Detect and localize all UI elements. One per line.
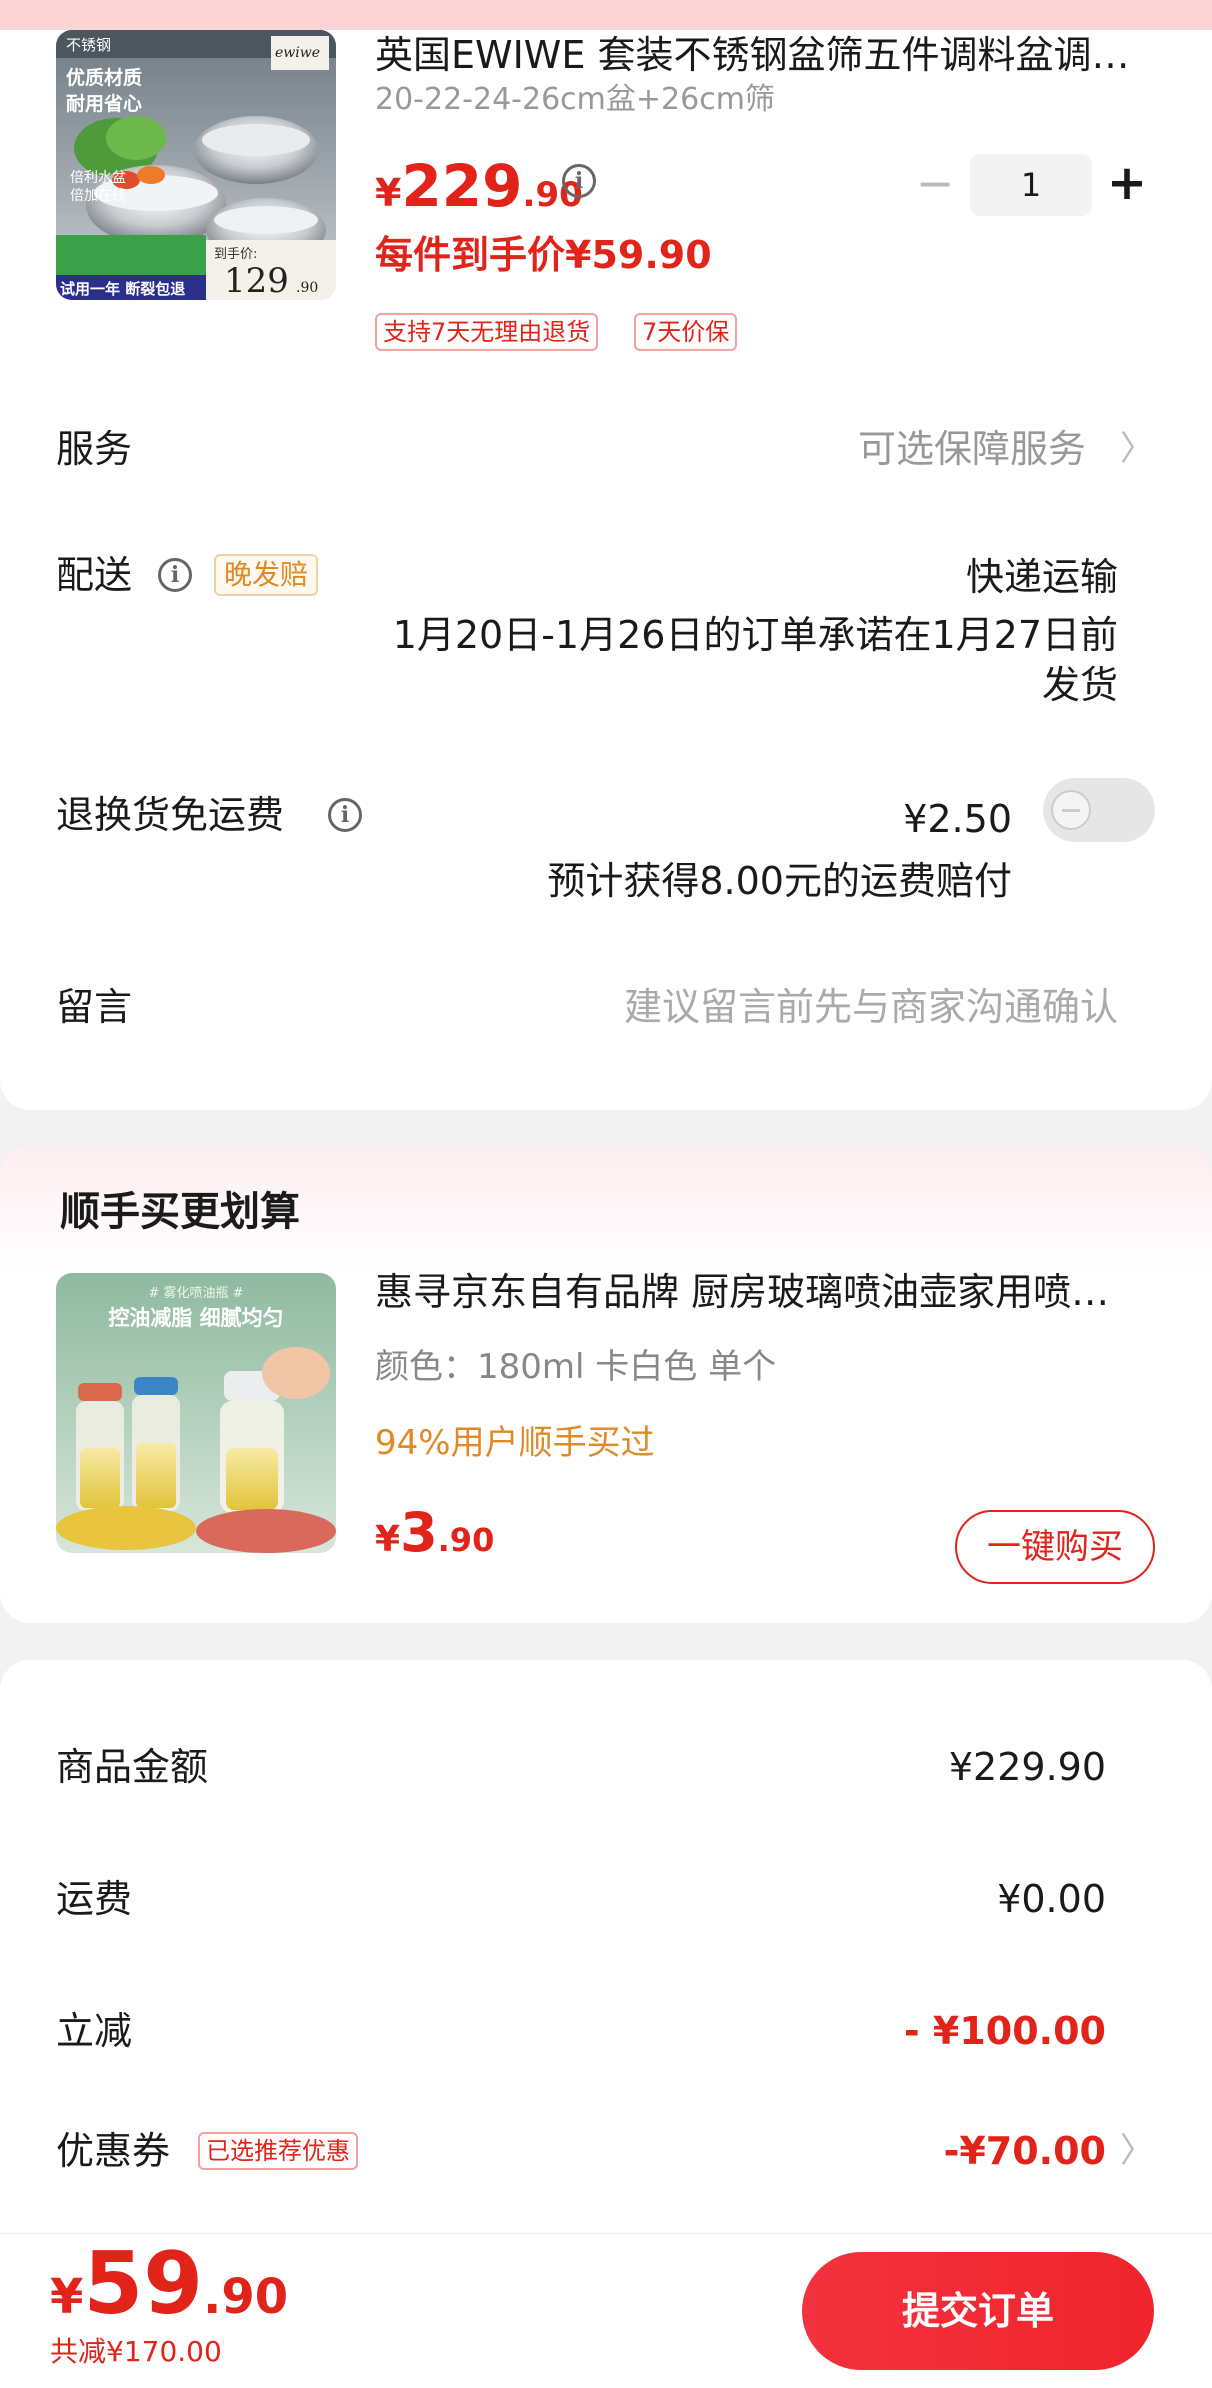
return-shipping-toggle[interactable] bbox=[1043, 778, 1155, 842]
image-deal-price: 129 bbox=[224, 261, 289, 300]
product-image[interactable]: 不锈钢 ewiwe 优质材质 耐用省心 倍利水盆 倍加在线 到手价: 129 .… bbox=[56, 30, 336, 300]
addon-image-graphic: # 雾化喷油瓶 # 控油减脂 细腻均匀 bbox=[56, 1273, 336, 1553]
chevron-right-icon[interactable]: 〉 bbox=[1120, 424, 1154, 474]
price-currency: ¥ bbox=[375, 171, 402, 215]
total-decimal: .90 bbox=[203, 2269, 289, 2325]
image-brand-text: ewiwe bbox=[275, 45, 320, 61]
product-price: ¥229.90 bbox=[375, 152, 583, 220]
return-shipping-label: 退换货免运费 bbox=[56, 793, 285, 837]
product-spec[interactable]: 20-22-24-26cm盆+26cm筛 bbox=[375, 80, 775, 120]
image-badge-text: 不锈钢 bbox=[66, 36, 111, 54]
image-deal-label: 到手价: bbox=[214, 247, 257, 262]
goods-amount-label: 商品金额 bbox=[56, 1745, 209, 1789]
return-shipping-note: 预计获得8.00元的运费赔付 bbox=[547, 859, 1012, 903]
image-line1-text: 优质材质 bbox=[66, 66, 142, 89]
per-item-price: 每件到手价¥59.90 bbox=[375, 233, 712, 277]
total-integer: 59 bbox=[83, 2234, 204, 2334]
addon-price-currency: ¥ bbox=[375, 1519, 401, 1560]
instant-discount-value: - ¥100.00 bbox=[903, 2009, 1106, 2053]
quantity-stepper: − 1 + bbox=[900, 152, 1160, 218]
return-policy-tag: 支持7天无理由退货 bbox=[375, 313, 599, 351]
coupon-chevron-right-icon[interactable]: 〉 bbox=[1120, 2126, 1154, 2176]
message-input[interactable]: 建议留言前先与商家沟通确认 bbox=[624, 982, 1118, 1032]
delivery-method[interactable]: 快递运输 bbox=[966, 552, 1118, 602]
addon-price-decimal: .90 bbox=[437, 1521, 495, 1559]
one-click-buy-button[interactable]: 一键购买 bbox=[955, 1510, 1155, 1584]
service-label: 服务 bbox=[56, 427, 133, 471]
decrease-quantity-button[interactable]: − bbox=[900, 152, 970, 218]
delivery-info-icon[interactable]: i bbox=[158, 558, 192, 592]
addon-section-title: 顺手买更划算 bbox=[60, 1189, 300, 1235]
total-price: ¥59.90 bbox=[50, 2234, 288, 2334]
service-value[interactable]: 可选保障服务 bbox=[858, 424, 1086, 474]
late-compensation-badge: 晚发赔 bbox=[214, 554, 319, 596]
increase-quantity-button[interactable]: + bbox=[1092, 152, 1162, 218]
price-integer: 229 bbox=[401, 152, 523, 220]
freight-value: ¥0.00 bbox=[997, 1877, 1106, 1921]
product-image-graphic: 不锈钢 ewiwe 优质材质 耐用省心 倍利水盆 倍加在线 到手价: 129 .… bbox=[56, 30, 336, 300]
delivery-promise-line1: 1月20日-1月26日的订单承诺在1月27日前 bbox=[392, 613, 1118, 657]
image-deal-decimal: .90 bbox=[296, 280, 318, 296]
return-shipping-price: ¥2.50 bbox=[903, 797, 1012, 841]
order-product-card: 不锈钢 ewiwe 优质材质 耐用省心 倍利水盆 倍加在线 到手价: 129 .… bbox=[0, 30, 1212, 1110]
bottom-submit-bar: ¥59.90 共减¥170.00 提交订单 bbox=[0, 2233, 1212, 2388]
image-bottom-text: 试用一年 断裂包退 bbox=[60, 280, 185, 298]
image-feature1-text: 倍利水盆 bbox=[70, 170, 126, 186]
coupon-label: 优惠券 bbox=[56, 2129, 171, 2173]
total-saved: 共减¥170.00 bbox=[50, 2335, 222, 2368]
addon-product-title[interactable]: 惠寻京东自有品牌 厨房玻璃喷油壶家用喷油瓶 bbox=[375, 1267, 1145, 1317]
delivery-promise-line2: 发货 bbox=[1041, 663, 1118, 707]
addon-price-integer: 3 bbox=[400, 1501, 438, 1564]
toggle-knob bbox=[1051, 790, 1091, 830]
price-protection-tag: 7天价保 bbox=[634, 313, 738, 351]
goods-amount-value: ¥229.90 bbox=[948, 1745, 1106, 1789]
coupon-value[interactable]: -¥70.00 bbox=[944, 2126, 1106, 2176]
coupon-recommended-tag: 已选推荐优惠 bbox=[198, 2132, 358, 2170]
addon-product-spec: 颜色：180ml 卡白色 单个 bbox=[375, 1347, 777, 1387]
image-line2-text: 耐用省心 bbox=[66, 93, 142, 115]
delivery-label: 配送 bbox=[56, 553, 133, 597]
quantity-input[interactable]: 1 bbox=[970, 154, 1092, 216]
addon-image-slogan: 控油减脂 细腻均匀 bbox=[108, 1306, 283, 1330]
product-title[interactable]: 英国EWIWE 套装不锈钢盆筛五件调料盆调料... bbox=[375, 30, 1145, 80]
price-summary-card: 商品金额 ¥229.90 运费 ¥0.00 立减 - ¥100.00 优惠券 已… bbox=[0, 1660, 1212, 2260]
instant-discount-label: 立减 bbox=[56, 2009, 133, 2053]
top-status-strip bbox=[0, 0, 1212, 30]
submit-order-button[interactable]: 提交订单 bbox=[802, 2252, 1154, 2370]
price-info-icon[interactable]: i bbox=[562, 164, 596, 198]
return-shipping-info-icon[interactable]: i bbox=[328, 798, 362, 832]
addon-price: ¥3.90 bbox=[375, 1501, 494, 1564]
addon-bought-rate: 94%用户顺手买过 bbox=[375, 1423, 655, 1463]
image-feature2-text: 倍加在线 bbox=[70, 188, 126, 204]
total-currency: ¥ bbox=[50, 2269, 84, 2325]
addon-image-top-text: # 雾化喷油瓶 # bbox=[148, 1286, 243, 1301]
message-label: 留言 bbox=[56, 985, 133, 1029]
addon-product-image[interactable]: # 雾化喷油瓶 # 控油减脂 细腻均匀 bbox=[56, 1273, 336, 1553]
addon-recommendation-card: 顺手买更划算 # 雾化喷油瓶 # 控油减脂 细腻均匀 惠寻京东自有品牌 厨房玻璃… bbox=[0, 1145, 1212, 1623]
freight-label: 运费 bbox=[56, 1877, 133, 1921]
